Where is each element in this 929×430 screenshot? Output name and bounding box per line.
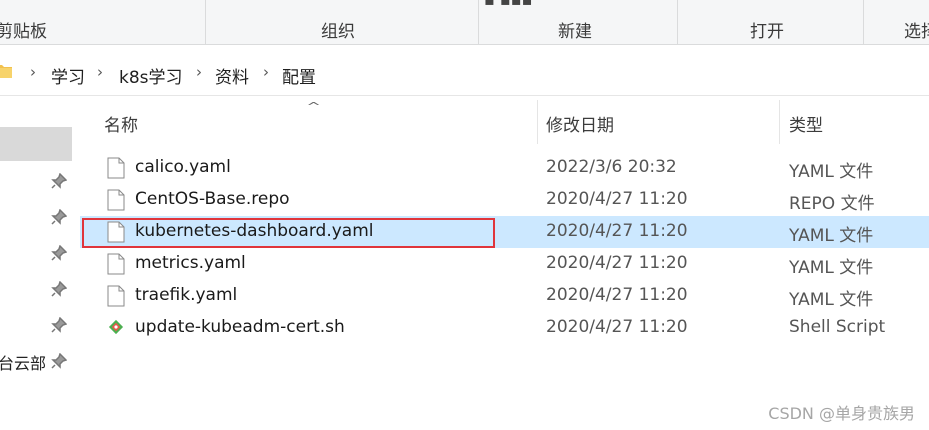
breadcrumb-item-study[interactable]: 学习 (51, 63, 85, 88)
git-shell-icon (108, 319, 124, 335)
column-header-name[interactable]: 名称 (104, 111, 138, 136)
breadcrumb-chevron-icon[interactable]: › (196, 63, 202, 81)
ribbon-cut-label: ▪ ▪▪▪ (484, 0, 532, 9)
file-type: REPO 文件 (789, 194, 875, 214)
breadcrumb-chevron-icon[interactable]: › (30, 63, 36, 81)
ribbon-group-organize[interactable]: 组织 (321, 17, 355, 42)
breadcrumb-item-k8s[interactable]: k8s学习 (119, 63, 183, 88)
pin-icon[interactable] (51, 173, 67, 189)
file-modified: 2020/4/27 11:20 (546, 221, 688, 241)
file-name[interactable]: metrics.yaml (135, 253, 246, 273)
file-type: YAML 文件 (789, 290, 874, 310)
file-name[interactable]: traefik.yaml (135, 285, 237, 305)
file-modified: 2020/4/27 11:20 (546, 317, 688, 337)
navigation-pane[interactable]: 台云部 (0, 96, 78, 430)
file-icon (107, 285, 125, 307)
ribbon-separator (205, 0, 206, 44)
file-type: YAML 文件 (789, 162, 874, 182)
pin-icon[interactable] (51, 353, 67, 369)
column-header-modified[interactable]: 修改日期 (546, 111, 614, 136)
file-type: YAML 文件 (789, 226, 874, 246)
folder-icon (0, 65, 12, 78)
pin-icon[interactable] (51, 245, 67, 261)
file-type: YAML 文件 (789, 258, 874, 278)
file-modified: 2020/4/27 11:20 (546, 253, 688, 273)
address-bar[interactable]: › 学习 › k8s学习 › 资料 › 配置 (0, 55, 929, 91)
file-icon (107, 157, 125, 179)
nav-selected-item[interactable] (0, 127, 72, 161)
watermark: CSDN @单身贵族男 (768, 404, 915, 423)
file-modified: 2022/3/6 20:32 (546, 157, 677, 177)
file-row[interactable]: traefik.yaml 2020/4/27 11:20 YAML 文件 (80, 280, 929, 312)
file-name[interactable]: update-kubeadm-cert.sh (135, 317, 345, 337)
ribbon-group-open[interactable]: 打开 (750, 17, 784, 42)
file-icon (107, 189, 125, 211)
ribbon-group-clipboard[interactable]: 剪贴板 (0, 17, 47, 42)
file-type: Shell Script (789, 317, 886, 337)
file-icon (107, 253, 125, 275)
pin-icon[interactable] (51, 281, 67, 297)
sort-ascending-icon: ^ (306, 100, 321, 113)
column-separator[interactable] (537, 100, 538, 144)
pin-icon[interactable] (51, 317, 67, 333)
nav-item-partial[interactable]: 台云部 (0, 350, 48, 374)
ribbon: ▪ ▪▪▪ 剪贴板 组织 新建 打开 选择 (0, 0, 929, 45)
annotation-highlight-box (82, 218, 495, 248)
ribbon-group-select[interactable]: 选择 (904, 17, 929, 42)
file-row[interactable]: CentOS-Base.repo 2020/4/27 11:20 REPO 文件 (80, 184, 929, 216)
ribbon-separator (677, 0, 678, 44)
ribbon-separator (863, 0, 864, 44)
breadcrumb-chevron-icon[interactable]: › (97, 63, 103, 81)
ribbon-group-new[interactable]: 新建 (558, 17, 592, 42)
column-separator[interactable] (779, 100, 780, 144)
file-name[interactable]: CentOS-Base.repo (135, 189, 290, 209)
breadcrumb-item-materials[interactable]: 资料 (215, 63, 249, 88)
ribbon-separator (478, 0, 479, 44)
column-header-type[interactable]: 类型 (789, 111, 823, 136)
file-name[interactable]: calico.yaml (135, 157, 231, 177)
file-modified: 2020/4/27 11:20 (546, 189, 688, 209)
file-row[interactable]: calico.yaml 2022/3/6 20:32 YAML 文件 (80, 152, 929, 184)
breadcrumb-item-config[interactable]: 配置 (282, 63, 316, 88)
address-divider (0, 95, 929, 96)
pin-icon[interactable] (51, 209, 67, 225)
file-row[interactable]: metrics.yaml 2020/4/27 11:20 YAML 文件 (80, 248, 929, 280)
breadcrumb-chevron-icon[interactable]: › (263, 63, 269, 81)
file-modified: 2020/4/27 11:20 (546, 285, 688, 305)
file-row[interactable]: update-kubeadm-cert.sh 2020/4/27 11:20 S… (80, 312, 929, 344)
